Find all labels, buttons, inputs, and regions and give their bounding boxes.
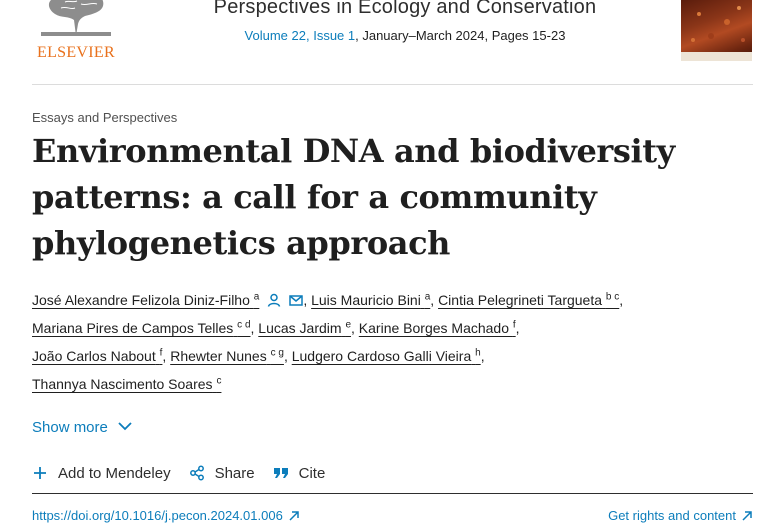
author-link[interactable]: Rhewter Nunes c g [170, 348, 284, 364]
author-link[interactable]: Karine Borges Machado f [359, 320, 516, 336]
author-link[interactable]: Ludgero Cardoso Galli Vieira h [292, 348, 481, 364]
article-title-line: Environmental DNA and biodiversity [32, 132, 675, 170]
header-divider [32, 84, 753, 85]
author-link[interactable]: Thannya Nascimento Soares c [32, 376, 221, 392]
external-link-icon [289, 509, 299, 524]
article-title: Environmental DNA and biodiversity patte… [32, 128, 732, 266]
chevron-down-icon [118, 418, 132, 435]
get-rights-link[interactable]: Get rights and content [608, 508, 752, 524]
journal-cover-image[interactable] [681, 0, 752, 61]
elsevier-wordmark: ELSEVIER [37, 44, 115, 61]
external-link-icon [742, 509, 752, 524]
plus-icon [32, 465, 48, 481]
doi-link[interactable]: https://doi.org/10.1016/j.pecon.2024.01.… [32, 508, 299, 524]
add-to-mendeley-button[interactable]: Add to Mendeley [32, 465, 171, 482]
issue-date-pages: , January–March 2024, Pages 15-23 [355, 28, 566, 43]
author-line: José Alexandre Felizola Diniz-Filho a , … [32, 291, 624, 308]
author-link[interactable]: Cintia Pelegrineti Targueta b c [438, 292, 619, 308]
author-link[interactable]: Mariana Pires de Campos Telles c d [32, 320, 251, 336]
author-link[interactable]: João Carlos Nabout f [32, 348, 162, 364]
doi-label: https://doi.org/10.1016/j.pecon.2024.01.… [32, 508, 283, 523]
article-type: Essays and Perspectives [32, 110, 178, 125]
share-label: Share [214, 464, 255, 482]
volume-issue-link[interactable]: Volume 22, Issue 1 [245, 28, 356, 43]
author-line: Thannya Nascimento Soares c [32, 370, 752, 398]
cite-label: Cite [298, 464, 326, 482]
share-button[interactable]: Share [189, 465, 255, 482]
author-line: Mariana Pires de Campos Telles c d, Luca… [32, 319, 520, 336]
actions-divider [32, 493, 753, 494]
elsevier-logo[interactable]: ELSEVIER [33, 0, 119, 64]
article-title-line: patterns: a call for a community [32, 178, 597, 216]
add-to-mendeley-label: Add to Mendeley [58, 464, 171, 482]
cite-button[interactable]: Cite [273, 464, 326, 482]
person-icon[interactable] [267, 293, 281, 307]
share-icon [189, 465, 205, 481]
author-line: João Carlos Nabout f, Rhewter Nunes c g,… [32, 347, 485, 364]
journal-header: ELSEVIER Perspectives in Ecology and Con… [0, 0, 770, 84]
author-list: José Alexandre Felizola Diniz-Filho a , … [32, 286, 752, 398]
article-actions: Add to Mendeley Share Cite [32, 462, 343, 484]
article-title-line: phylogenetics approach [32, 224, 451, 262]
show-more-button[interactable]: Show more [32, 418, 132, 436]
journal-issue-info: Volume 22, Issue 1, January–March 2024, … [120, 28, 690, 43]
journal-title[interactable]: Perspectives in Ecology and Conservation [120, 0, 690, 19]
author-link[interactable]: Lucas Jardim e [258, 320, 351, 336]
cover-footer-strip [681, 52, 752, 61]
quote-icon [273, 465, 289, 481]
email-icon[interactable] [289, 293, 304, 307]
author-link[interactable]: José Alexandre Felizola Diniz-Filho a [32, 292, 259, 308]
elsevier-tree-icon [41, 0, 111, 36]
get-rights-label: Get rights and content [608, 508, 736, 523]
author-link[interactable]: Luis Mauricio Bini a [311, 292, 430, 308]
show-more-label: Show more [32, 419, 108, 436]
